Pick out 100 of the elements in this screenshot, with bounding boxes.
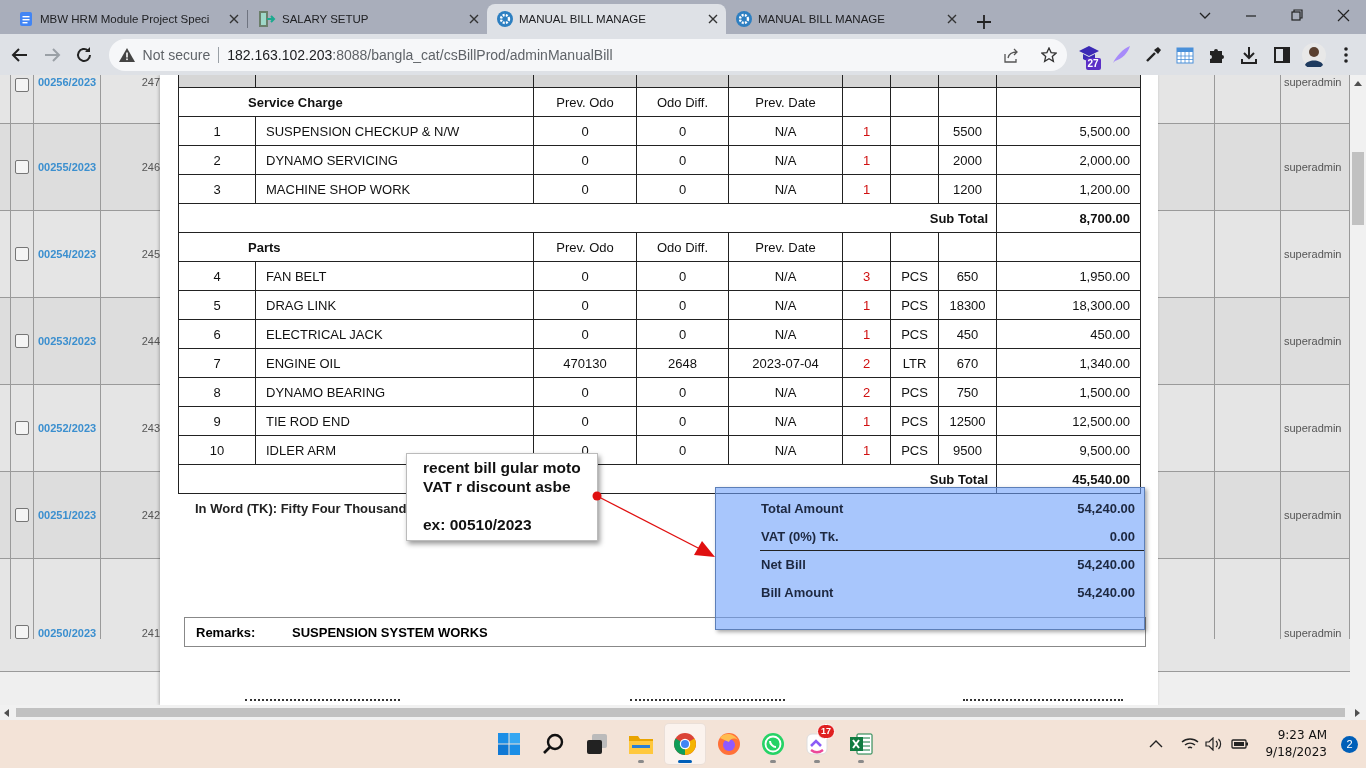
menu-icon[interactable] bbox=[1343, 46, 1348, 63]
table-cell: 242 bbox=[141, 509, 160, 521]
table-cell: 450.00 bbox=[997, 320, 1141, 349]
windows-logo-icon bbox=[497, 732, 521, 756]
table-cell: 0 bbox=[534, 291, 637, 320]
table-cell: N/A bbox=[729, 378, 843, 407]
security-label[interactable]: Not secure bbox=[142, 46, 220, 63]
scroll-up-arrow[interactable] bbox=[1354, 81, 1362, 86]
table-cell: superadmin bbox=[1284, 422, 1342, 434]
close-tab-icon[interactable] bbox=[229, 14, 239, 24]
new-tab-icon[interactable] bbox=[977, 15, 991, 29]
table-cell: LTR bbox=[891, 349, 939, 378]
table-cell: 12,500.00 bbox=[997, 407, 1141, 436]
row-checkbox[interactable] bbox=[15, 508, 29, 522]
table-cell: N/A bbox=[729, 262, 843, 291]
note-text: ex: 00510/2023 bbox=[423, 515, 533, 534]
table-cell bbox=[891, 88, 939, 117]
search-icon bbox=[541, 732, 565, 756]
volume-icon[interactable] bbox=[1205, 737, 1224, 751]
chevron-up-icon[interactable] bbox=[1149, 739, 1164, 749]
table-cell: 2 bbox=[843, 378, 891, 407]
table-cell: 1 bbox=[843, 146, 891, 175]
gear-icon bbox=[497, 11, 513, 27]
table-cell: 0 bbox=[534, 146, 637, 175]
table-cell bbox=[891, 233, 939, 262]
table-cell: 2 bbox=[179, 146, 256, 175]
browser-tab[interactable]: MBW HRM Module Project Speci bbox=[8, 4, 247, 34]
table-cell: 1,200.00 bbox=[997, 175, 1141, 204]
scrollbar-thumb[interactable] bbox=[1352, 152, 1364, 225]
table-cell: N/A bbox=[729, 175, 843, 204]
row-checkbox[interactable] bbox=[15, 160, 29, 174]
header-cell bbox=[843, 75, 891, 88]
table-cell: 2,000.00 bbox=[997, 146, 1141, 175]
column-header: Prev. Odo bbox=[534, 88, 637, 117]
table-cell: 4 bbox=[179, 262, 256, 291]
notification-count[interactable]: 2 bbox=[1341, 735, 1358, 753]
table-cell: 3 bbox=[179, 175, 256, 204]
table-cell: 750 bbox=[939, 378, 997, 407]
table-cell: superadmin bbox=[1284, 161, 1342, 173]
table-cell: DRAG LINK bbox=[256, 291, 534, 320]
table-cell: 12500 bbox=[939, 407, 997, 436]
table-cell: N/A bbox=[729, 117, 843, 146]
table-cell: 18300 bbox=[939, 291, 997, 320]
table-cell: 246 bbox=[141, 161, 160, 173]
row-checkbox[interactable] bbox=[15, 421, 29, 435]
table-cell: 0 bbox=[534, 407, 637, 436]
table-cell: 9500 bbox=[939, 436, 997, 465]
table-cell: PCS bbox=[891, 320, 939, 349]
table-cell: ENGINE OIL bbox=[256, 349, 534, 378]
avatar-icon[interactable] bbox=[1301, 42, 1326, 67]
table-cell: 5500 bbox=[939, 117, 997, 146]
clock-date[interactable]: 9/18/2023 bbox=[1265, 744, 1327, 761]
warning-icon bbox=[118, 47, 135, 62]
share-icon[interactable] bbox=[1002, 46, 1019, 63]
back-arrow-icon[interactable] bbox=[11, 45, 30, 64]
table-cell: 7 bbox=[179, 349, 256, 378]
browser-tab[interactable]: MANUAL BILL MANAGE bbox=[487, 4, 726, 34]
table-cell: MACHINE SHOP WORK bbox=[256, 175, 534, 204]
table-cell: 0 bbox=[637, 320, 729, 349]
summary-value: 0.00 bbox=[1109, 528, 1135, 544]
chrome-taskbar-button[interactable] bbox=[665, 724, 705, 764]
column-header: Prev. Odo bbox=[534, 233, 637, 262]
row-checkbox[interactable] bbox=[15, 625, 29, 639]
subtotal-label: Sub Total bbox=[179, 204, 997, 233]
row-checkbox[interactable] bbox=[15, 334, 29, 348]
battery-icon[interactable] bbox=[1229, 737, 1250, 751]
checklist-taskbar-button[interactable]: 17 bbox=[797, 724, 837, 764]
table-cell: PCS bbox=[891, 407, 939, 436]
chat-bubble-icon bbox=[761, 732, 785, 756]
table-cell: 6 bbox=[179, 320, 256, 349]
table-cell: N/A bbox=[729, 436, 843, 465]
table-cell: TIE ROD END bbox=[256, 407, 534, 436]
browser-tab[interactable]: SALARY SETUP bbox=[248, 4, 487, 34]
url-text[interactable]: 182.163.102.203:8088/bangla_cat/csBillProd/adminManualBill bbox=[227, 46, 995, 63]
checkmark-app-icon bbox=[805, 732, 829, 756]
row-checkbox[interactable] bbox=[15, 247, 29, 261]
table-cell: 0 bbox=[534, 117, 637, 146]
browser-tab[interactable]: MANUAL BILL MANAGE bbox=[726, 4, 965, 34]
table-cell: DYNAMO SERVICING bbox=[256, 146, 534, 175]
close-tab-icon[interactable] bbox=[708, 14, 718, 24]
wifi-icon[interactable] bbox=[1181, 737, 1200, 751]
scroll-right-arrow[interactable] bbox=[1355, 709, 1360, 717]
table-cell: 0 bbox=[637, 117, 729, 146]
table-cell: 1 bbox=[843, 291, 891, 320]
scrollbar-thumb[interactable] bbox=[16, 708, 1345, 717]
close-tab-icon[interactable] bbox=[469, 14, 479, 24]
side-panel-icon[interactable] bbox=[1273, 46, 1290, 63]
scroll-left-arrow[interactable] bbox=[4, 709, 9, 717]
reload-icon[interactable] bbox=[75, 45, 94, 64]
table-cell bbox=[891, 146, 939, 175]
clock-time[interactable]: 9:23 AM bbox=[1277, 727, 1327, 744]
calendar-icon[interactable] bbox=[1176, 45, 1195, 64]
close-tab-icon[interactable] bbox=[947, 14, 957, 24]
star-icon[interactable] bbox=[1040, 46, 1057, 63]
row-checkbox[interactable] bbox=[15, 78, 29, 92]
table-cell: 470130 bbox=[534, 349, 637, 378]
spreadsheet-icon bbox=[849, 732, 873, 756]
address-bar[interactable]: Not secure 182.163.102.203:8088/bangla_cat/csBillProd/adminManualBill bbox=[108, 38, 1067, 71]
table-cell: 1200 bbox=[939, 175, 997, 204]
download-icon[interactable] bbox=[1240, 45, 1259, 64]
